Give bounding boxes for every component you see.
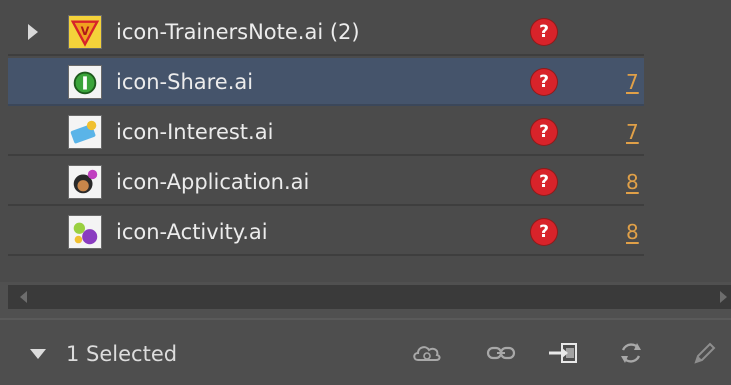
- links-list: V icon-TrainersNote.ai (2) ? icon-Share.…: [0, 0, 731, 282]
- scroll-left-icon[interactable]: [20, 291, 27, 303]
- missing-link-icon[interactable]: ?: [531, 119, 557, 145]
- svg-text:V: V: [81, 25, 90, 38]
- link-row-trainers-note[interactable]: V icon-TrainersNote.ai (2) ?: [8, 8, 644, 56]
- page-number-link[interactable]: 7: [626, 118, 639, 146]
- missing-link-icon[interactable]: ?: [531, 169, 557, 195]
- scroll-right-icon[interactable]: [720, 291, 727, 303]
- activity-thumbnail: [68, 215, 102, 249]
- trainers-note-thumbnail: V: [68, 15, 102, 49]
- page-number-link[interactable]: 8: [626, 168, 639, 196]
- relink-chain-icon[interactable]: [484, 338, 518, 368]
- selection-count: 1 Selected: [66, 342, 178, 366]
- link-row-share[interactable]: icon-Share.ai ? 7: [8, 58, 644, 106]
- expand-triangle-icon[interactable]: [28, 24, 38, 40]
- link-name: icon-Application.ai: [116, 170, 310, 194]
- collapse-info-triangle-icon[interactable]: [30, 349, 46, 359]
- horizontal-scrollbar[interactable]: [8, 285, 731, 309]
- go-to-link-icon[interactable]: [546, 338, 580, 368]
- link-name: icon-TrainersNote.ai (2): [116, 20, 360, 44]
- missing-link-icon[interactable]: ?: [531, 219, 557, 245]
- links-panel: V icon-TrainersNote.ai (2) ? icon-Share.…: [0, 0, 731, 385]
- link-name: icon-Activity.ai: [116, 220, 268, 244]
- application-thumbnail: [68, 165, 102, 199]
- link-row-application[interactable]: icon-Application.ai ? 8: [8, 158, 644, 206]
- link-name: icon-Share.ai: [116, 70, 254, 94]
- interest-thumbnail: [68, 115, 102, 149]
- page-number-link[interactable]: 7: [626, 68, 639, 96]
- missing-link-icon[interactable]: ?: [531, 69, 557, 95]
- link-name: icon-Interest.ai: [116, 120, 274, 144]
- edit-original-pencil-icon[interactable]: [688, 338, 722, 368]
- missing-link-icon[interactable]: ?: [531, 19, 557, 45]
- update-link-icon[interactable]: [614, 338, 648, 368]
- page-number-link[interactable]: 8: [626, 218, 639, 246]
- share-thumbnail: [68, 65, 102, 99]
- link-row-activity[interactable]: icon-Activity.ai ? 8: [8, 208, 644, 256]
- cc-libraries-icon[interactable]: [410, 338, 444, 368]
- link-row-interest[interactable]: icon-Interest.ai ? 7: [8, 108, 644, 156]
- panel-footer: 1 Selected: [0, 318, 731, 385]
